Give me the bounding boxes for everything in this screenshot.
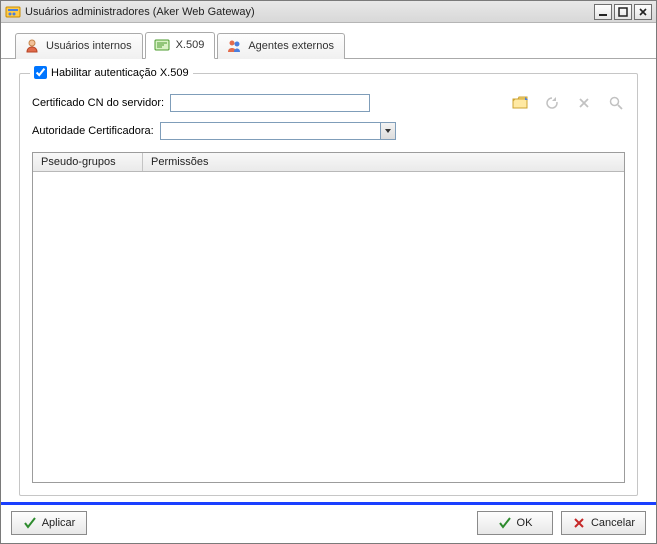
tab-internal-users[interactable]: Usuários internos [15, 33, 143, 59]
delete-button[interactable] [575, 94, 593, 112]
search-button[interactable] [607, 94, 625, 112]
client-area: Usuários internos X.509 [1, 23, 656, 543]
minimize-button[interactable] [594, 4, 612, 20]
tab-label: Agentes externos [248, 40, 334, 52]
cancel-label: Cancelar [591, 517, 635, 529]
tab-bar: Usuários internos X.509 [1, 23, 656, 59]
close-button[interactable] [634, 4, 652, 20]
cross-icon [572, 516, 586, 530]
grid-body[interactable] [33, 172, 624, 482]
tab-label: X.509 [176, 39, 205, 51]
server-cn-input[interactable] [170, 94, 370, 112]
ca-combo[interactable] [160, 122, 396, 140]
window-title: Usuários administradores (Aker Web Gatew… [25, 6, 594, 18]
tab-x509[interactable]: X.509 [145, 32, 216, 59]
cert-toolbar [511, 94, 625, 112]
enable-x509-label: Habilitar autenticação X.509 [51, 67, 189, 79]
col-pseudo-groups[interactable]: Pseudo-grupos [33, 153, 143, 171]
server-cn-row: Certificado CN do servidor: [32, 94, 625, 112]
x509-fieldset: Habilitar autenticação X.509 Certificado… [19, 73, 638, 496]
ca-label: Autoridade Certificadora: [32, 125, 154, 137]
enable-x509-legend: Habilitar autenticação X.509 [30, 66, 193, 79]
admin-users-window: Usuários administradores (Aker Web Gatew… [0, 0, 657, 544]
footer-bar: Aplicar OK Cancelar [1, 502, 656, 543]
cancel-button[interactable]: Cancelar [561, 511, 646, 535]
tab-label: Usuários internos [46, 40, 132, 52]
enable-x509-checkbox[interactable] [34, 66, 47, 79]
permissions-grid: Pseudo-grupos Permissões [32, 152, 625, 483]
check-icon [498, 516, 512, 530]
check-icon [23, 516, 37, 530]
apply-button[interactable]: Aplicar [11, 511, 87, 535]
col-permissions[interactable]: Permissões [143, 153, 624, 171]
tab-external-agents[interactable]: Agentes externos [217, 33, 345, 59]
ok-button[interactable]: OK [477, 511, 553, 535]
apply-label: Aplicar [42, 517, 76, 529]
grid-header: Pseudo-grupos Permissões [33, 153, 624, 172]
window-buttons [594, 4, 652, 20]
app-icon [5, 4, 21, 20]
ok-label: OK [517, 517, 533, 529]
open-cert-button[interactable] [511, 94, 529, 112]
user-icon [24, 38, 40, 54]
title-bar: Usuários administradores (Aker Web Gatew… [1, 1, 656, 23]
users-icon [226, 38, 242, 54]
ca-input[interactable] [160, 122, 380, 140]
ca-row: Autoridade Certificadora: [32, 122, 625, 140]
ca-dropdown-button[interactable] [380, 122, 396, 140]
refresh-button[interactable] [543, 94, 561, 112]
tab-content-x509: Habilitar autenticação X.509 Certificado… [1, 59, 656, 502]
certificate-icon [154, 37, 170, 53]
server-cn-label: Certificado CN do servidor: [32, 97, 164, 109]
maximize-button[interactable] [614, 4, 632, 20]
